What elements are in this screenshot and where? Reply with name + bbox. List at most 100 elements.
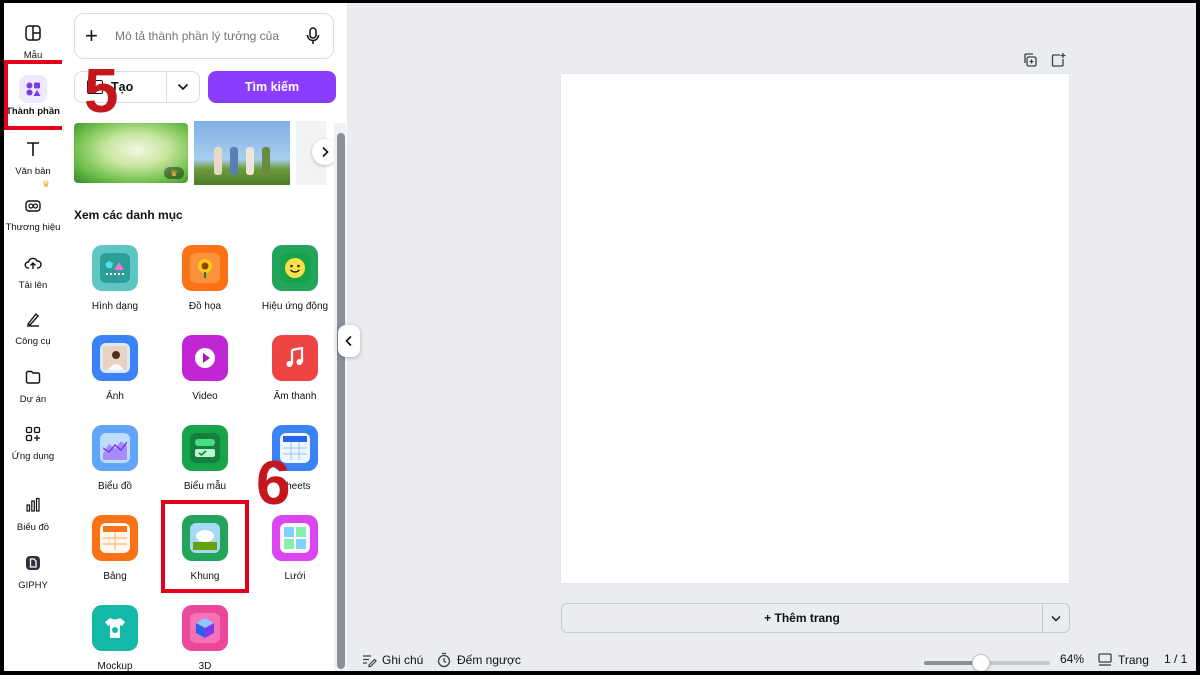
rail-item-tools[interactable]: Công cụ — [4, 303, 62, 353]
upload-cloud-icon — [19, 249, 47, 277]
cube-icon — [182, 602, 232, 651]
rail-label: Tải lên — [18, 280, 48, 291]
category-grids[interactable]: Lưới — [250, 511, 340, 591]
rail-label: Thương hiệu — [5, 222, 61, 233]
bar-chart-icon — [19, 491, 47, 519]
rail-label: Công cụ — [15, 336, 51, 347]
step-number: 6 — [256, 449, 291, 518]
highlight-box-elements — [4, 60, 67, 130]
timer-button[interactable]: Đếm ngược — [436, 652, 521, 668]
rail-label: Văn bản — [15, 166, 51, 177]
photo-figure — [230, 147, 238, 175]
area-chart-icon — [92, 422, 142, 471]
add-page-button[interactable]: + Thêm trang — [561, 603, 1043, 633]
apps-icon — [19, 420, 47, 448]
category-shapes[interactable]: Hình dạng — [70, 241, 160, 321]
panel-scrollbar[interactable] — [337, 133, 345, 669]
section-title: Xem các danh mục — [74, 208, 183, 222]
rail-item-charts[interactable]: Biểu đồ — [4, 489, 62, 539]
kids-photo-thumbnail[interactable] — [194, 121, 290, 185]
step-number: 5 — [84, 57, 119, 126]
music-note-icon — [272, 332, 322, 381]
timer-icon — [437, 652, 451, 668]
crown-icon: ♛ — [164, 167, 184, 179]
timer-label: Đếm ngược — [457, 653, 521, 667]
play-icon — [182, 332, 232, 381]
category-label: Lưới — [284, 571, 306, 582]
category-label: Biểu đồ — [98, 481, 132, 492]
category-animations[interactable]: Hiệu ứng động — [250, 241, 340, 321]
rail-label: Biểu đồ — [16, 522, 50, 533]
category-audio[interactable]: Âm thanh — [250, 331, 340, 411]
form-icon — [182, 422, 232, 471]
footer-bar: Ghi chú Đếm ngược 64% Trang 1 / 1 — [348, 648, 1196, 671]
photo-figure — [246, 147, 254, 175]
category-label: Hình dạng — [91, 301, 139, 312]
chevron-left-icon — [345, 335, 352, 347]
rail-item-projects[interactable]: Dự án — [4, 361, 62, 411]
folder-icon — [19, 363, 47, 391]
app-window: Mẫu Thành phần Văn bản Thương hiệu ♛ Tải — [0, 0, 1200, 675]
notes-icon — [363, 655, 377, 668]
category-charts[interactable]: Biểu đồ — [70, 421, 160, 501]
pen-tool-icon — [19, 305, 47, 333]
brand-icon — [19, 191, 47, 219]
category-tables[interactable]: Bảng — [70, 511, 160, 591]
duplicate-page-icon[interactable] — [1021, 51, 1039, 69]
search-input[interactable] — [115, 29, 303, 43]
grid-icon — [272, 512, 322, 561]
microphone-icon[interactable] — [303, 26, 323, 46]
zoom-level[interactable]: 64% — [1060, 652, 1084, 666]
category-label: Mockup — [97, 661, 133, 672]
photo-figure — [262, 147, 270, 175]
canvas-workspace: + Thêm trang Ghi chú Đếm ngược 64% Trang… — [348, 3, 1196, 671]
category-label: 3D — [198, 661, 212, 672]
rail-label: Ứng dụng — [11, 451, 55, 462]
category-label: Âm thanh — [273, 391, 317, 402]
text-icon — [19, 135, 47, 163]
plus-icon[interactable]: + — [85, 23, 109, 49]
category-mockups[interactable]: Mockup — [70, 601, 160, 672]
page-count[interactable]: 1 / 1 — [1164, 652, 1187, 666]
giphy-icon — [19, 549, 47, 577]
pages-label: Trang — [1118, 653, 1149, 667]
highlight-box-frames — [161, 500, 249, 593]
design-page[interactable] — [561, 74, 1069, 583]
rail-item-uploads[interactable]: Tải lên — [4, 247, 62, 297]
rail-item-giphy[interactable]: GIPHY — [4, 547, 62, 597]
sunflower-icon — [182, 242, 232, 291]
rail-item-text[interactable]: Văn bản — [4, 133, 62, 183]
tshirt-icon — [92, 602, 142, 651]
notes-label: Ghi chú — [382, 653, 424, 667]
category-graphics[interactable]: Đồ họa — [160, 241, 250, 321]
chevron-down-icon[interactable] — [167, 83, 199, 91]
rail-item-brand[interactable]: Thương hiệu — [4, 189, 62, 239]
add-page-icon[interactable] — [1049, 51, 1067, 69]
shapes-icon — [92, 242, 142, 291]
category-label: Đồ họa — [188, 301, 222, 312]
photo-figure — [214, 147, 222, 175]
chevron-down-icon[interactable] — [1043, 603, 1070, 633]
search-button[interactable]: Tìm kiếm — [208, 71, 336, 103]
notes-button[interactable]: Ghi chú — [361, 652, 423, 668]
rail-item-apps[interactable]: Ứng dụng — [4, 418, 62, 468]
category-photos[interactable]: Ảnh — [70, 331, 160, 411]
photo-icon — [92, 332, 142, 381]
category-forms[interactable]: Biểu mẫu — [160, 421, 250, 501]
layout-icon — [19, 19, 47, 47]
category-video[interactable]: Video — [160, 331, 250, 411]
table-icon — [92, 512, 142, 561]
category-3d[interactable]: 3D — [160, 601, 250, 672]
category-label: Biểu mẫu — [183, 481, 227, 492]
category-label: Bảng — [103, 571, 127, 582]
category-label: Video — [192, 391, 218, 402]
search-box[interactable]: + — [74, 13, 334, 59]
rail-label: GIPHY — [18, 580, 48, 591]
collapse-panel-button[interactable] — [338, 325, 360, 357]
rail-label: Dự án — [19, 394, 47, 405]
pages-icon — [1098, 653, 1112, 666]
category-label: Ảnh — [106, 391, 124, 402]
gradient-thumbnail[interactable]: ♛ — [74, 123, 188, 183]
zoom-slider-handle[interactable] — [971, 654, 990, 671]
pages-button[interactable]: Trang — [1097, 652, 1149, 668]
